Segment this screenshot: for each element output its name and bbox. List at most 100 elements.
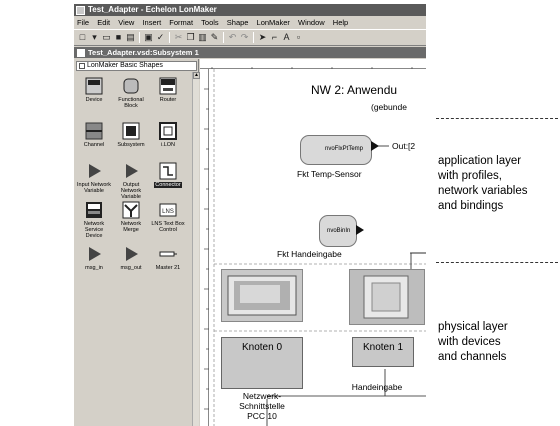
shape-output-nv[interactable]: Output Network Variable (113, 162, 149, 202)
network-merge-icon (122, 201, 140, 219)
shape-label: Router (159, 97, 177, 103)
menu-window[interactable]: Window (295, 16, 328, 29)
connector-tool-icon[interactable]: ⌐ (269, 32, 280, 43)
stencil-title-text: LonMaker Basic Shapes (87, 62, 163, 69)
app-note-line1: application layer (438, 155, 522, 167)
print-icon[interactable]: ▤ (125, 32, 136, 43)
shape-channel[interactable]: Channel (76, 122, 112, 162)
output-nv-icon (122, 162, 140, 180)
pointer-tool-icon[interactable]: ➤ (257, 32, 268, 43)
shape-label: i.LON (160, 142, 176, 148)
shape-network-merge[interactable]: Network Merge (113, 201, 149, 241)
fb1-output-label: Out:[2 (392, 141, 416, 151)
shape-subsystem[interactable]: Subsystem (113, 122, 149, 162)
menu-edit[interactable]: Edit (94, 16, 113, 29)
shape-label: Network Merge (120, 221, 142, 233)
shape-msg-in[interactable]: msg_in (76, 245, 112, 285)
node0-label-line3: PCC 10 (247, 411, 277, 421)
node-knoten-0[interactable]: Knoten 0 (221, 337, 303, 389)
rectangle-tool-icon[interactable]: ▫ (293, 32, 304, 43)
redo-icon[interactable]: ↷ (239, 32, 250, 43)
menu-insert[interactable]: Insert (139, 16, 164, 29)
phys-note-line3: and channels (438, 351, 507, 363)
shape-label: Subsystem (117, 142, 145, 148)
title-bar: Test_Adapter - Echelon LonMaker (74, 4, 426, 16)
router-icon (159, 77, 177, 95)
text-tool-icon[interactable]: A (281, 32, 292, 43)
shape-msg-out[interactable]: msg_out (113, 245, 149, 285)
shape-ilon[interactable]: i.LON (150, 122, 186, 162)
menu-tools[interactable]: Tools (198, 16, 222, 29)
node0-label-line2: Schnittstelle (239, 401, 285, 411)
middle-divider (436, 262, 558, 263)
shape-label: LNS Text Box Control (151, 221, 185, 233)
shape-lns-textbox[interactable]: LNS LNS Text Box Control (150, 201, 186, 241)
device-icon (85, 77, 103, 95)
shape-master-21[interactable]: Master 21 (150, 245, 186, 285)
standard-toolbar: □ ▾ ▭ ■ ▤ ▣ ✓ ✂ ❐ ▥ ✎ ↶ ↷ ➤ ⌐ A ▫ (74, 29, 426, 46)
shapes-stencil: LonMaker Basic Shapes Device Functional … (74, 59, 200, 426)
physical-layer-note: physical layer with devices and channels (438, 320, 508, 365)
shape-router[interactable]: Router (150, 77, 186, 117)
app-note-line2: with profiles, (438, 170, 502, 182)
network-subtitle: (gebunde (371, 102, 407, 112)
shape-label: Functional Block (118, 97, 144, 109)
menu-file[interactable]: File (74, 16, 92, 29)
stencil-icon (79, 63, 85, 69)
lns-textbox-icon: LNS (159, 201, 177, 219)
shape-connector[interactable]: Connector (150, 162, 186, 202)
format-painter-icon[interactable]: ✎ (209, 32, 220, 43)
shape-functional-block[interactable]: Functional Block (113, 77, 149, 117)
svg-text:LNS: LNS (162, 209, 174, 215)
node-knoten-1[interactable]: Knoten 1 (352, 337, 414, 367)
device-photo-pcc10 (221, 269, 303, 322)
functional-block-temp-sensor[interactable]: nvoFlxPtTemp (300, 135, 372, 165)
menu-lonmaker[interactable]: LonMaker (254, 16, 293, 29)
scroll-up-icon[interactable]: ▲ (193, 72, 200, 79)
menu-help[interactable]: Help (330, 16, 351, 29)
fb2-label: Fkt Handeingabe (277, 249, 342, 259)
stencil-title[interactable]: LonMaker Basic Shapes (76, 61, 197, 71)
vertical-ruler (200, 69, 209, 426)
node0-label-line1: Netzwerk- (242, 391, 282, 401)
save-icon[interactable]: ■ (113, 32, 124, 43)
msg-out-icon (122, 245, 140, 263)
stencil-scrollbar[interactable]: ▲ (192, 72, 200, 426)
document-title-bar: Test_Adapter.vsd:Subsystem 1 (74, 47, 426, 58)
node-title: Knoten 0 (241, 342, 283, 353)
toolbar-separator (139, 32, 140, 43)
toolbar-separator (169, 32, 170, 43)
functional-block-handeingabe[interactable]: nvoBinIn (319, 215, 357, 247)
spelling-icon[interactable]: ✓ (155, 32, 166, 43)
paste-icon[interactable]: ▥ (197, 32, 208, 43)
shape-device[interactable]: Device (76, 77, 112, 117)
cut-icon[interactable]: ✂ (173, 32, 184, 43)
app-note-line3: network variables (438, 185, 528, 197)
shape-label: Device (85, 97, 103, 103)
menu-shape[interactable]: Shape (224, 16, 252, 29)
node1-label: Handeingabe (351, 382, 403, 392)
ilon-icon (159, 122, 177, 140)
drawing-canvas[interactable]: NW 2: Anwendu (gebunde nvoFlxPtTemp Out:… (209, 69, 426, 426)
functional-block-icon (122, 77, 140, 95)
shape-label: Channel (83, 142, 105, 148)
shape-network-service-device[interactable]: Network Service Device (76, 201, 112, 241)
menu-format[interactable]: Format (166, 16, 196, 29)
node0-label: Netzwerk- Schnittstelle PCC 10 (217, 391, 307, 421)
app-note-line4: and bindings (438, 200, 504, 212)
shape-label: Connector (154, 182, 182, 188)
new-icon[interactable]: □ (77, 32, 88, 43)
dropdown-icon[interactable]: ▾ (89, 32, 100, 43)
top-divider (436, 118, 558, 119)
copy-icon[interactable]: ❐ (185, 32, 196, 43)
print-preview-icon[interactable]: ▣ (143, 32, 154, 43)
toolbar-separator (253, 32, 254, 43)
network-title: NW 2: Anwendu (311, 83, 398, 97)
output-nv-icon (356, 225, 364, 235)
master21-icon (159, 245, 177, 263)
nv-name: nvoBinIn (327, 228, 351, 234)
open-icon[interactable]: ▭ (101, 32, 112, 43)
undo-icon[interactable]: ↶ (227, 32, 238, 43)
menu-view[interactable]: View (115, 16, 137, 29)
shape-input-nv[interactable]: Input Network Variable (76, 162, 112, 202)
